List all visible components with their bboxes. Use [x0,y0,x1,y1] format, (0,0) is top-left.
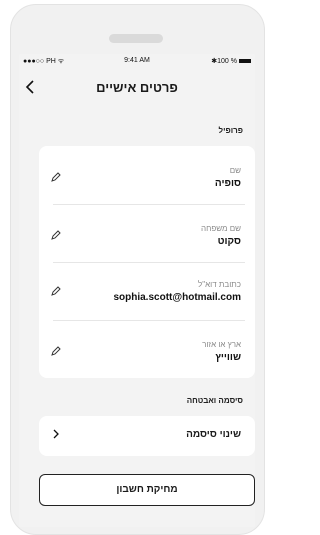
divider [53,320,245,321]
field-value: sophia.scott@hotmail.com [113,292,241,303]
chevron-right-icon [53,426,59,442]
pencil-icon[interactable] [51,346,61,356]
divider [53,262,245,263]
field-label: ארץ או אזור [202,340,241,349]
phone-speaker [109,34,163,43]
field-value: שווייץ [215,352,241,363]
pencil-icon[interactable] [51,286,61,296]
field-email[interactable]: כתובת דוא"ל sophia.scott@hotmail.com [39,280,255,310]
field-value: סקוט [217,236,241,247]
profile-card: שם סופיה שם משפחה סקוט כתובת דוא"ל sophi… [39,146,255,378]
pencil-icon[interactable] [51,230,61,240]
section-label-security: סיסמה ואבטחה [186,396,243,405]
field-first-name[interactable]: שם סופיה [39,166,255,196]
change-password-row[interactable]: שינוי סיסמה [39,416,255,456]
field-label: כתובת דוא"ל [198,280,241,289]
status-bar: ●●●○○ PH ᯤ 9:41 AM ✱100 % [19,54,255,66]
field-last-name[interactable]: שם משפחה סקוט [39,224,255,254]
nav-bar: פרטים אישיים [19,70,255,110]
battery-status: ✱100 % [211,57,251,65]
delete-account-button[interactable]: מחיקת חשבון [39,474,255,506]
field-country[interactable]: ארץ או אזור שווייץ [39,340,255,370]
section-label-profile: פרופיל [218,126,243,135]
page-title: פרטים אישיים [96,80,178,95]
pencil-icon[interactable] [51,172,61,182]
change-password-label: שינוי סיסמה [186,429,241,440]
field-label: שם משפחה [201,224,241,233]
field-label: שם [229,166,241,175]
divider [53,204,245,205]
security-card: שינוי סיסמה [39,416,255,456]
battery-icon [239,59,251,64]
field-value: סופיה [214,178,241,189]
app-screen: ●●●○○ PH ᯤ 9:41 AM ✱100 % פרטים אישיים פ… [19,54,255,527]
